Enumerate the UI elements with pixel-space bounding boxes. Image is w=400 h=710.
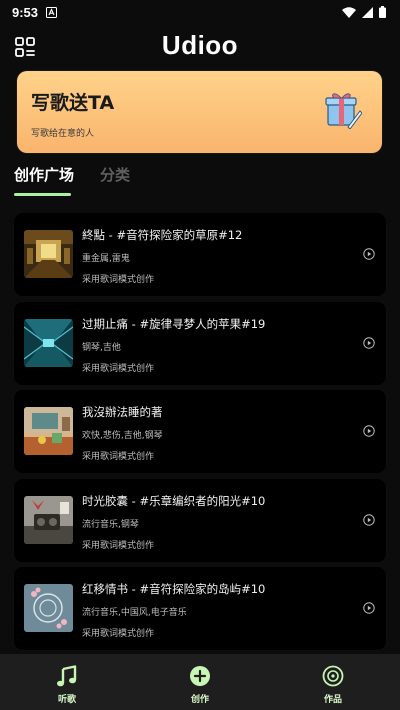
song-list: 終點 - #音符探险家的草原#12 重金属,雷鬼 采用歌词模式创作 过期止痛 -… (14, 213, 386, 656)
song-mode: 采用歌词模式创作 (82, 452, 155, 462)
song-tags: 流行音乐,钢琴 (82, 519, 139, 530)
song-cover-image (24, 318, 73, 367)
song-mode: 采用歌词模式创作 (82, 363, 155, 374)
song-card[interactable]: 过期止痛 - #旋律寻梦人的苹果#19 钢琴,吉他 采用歌词模式创作 (14, 301, 386, 385)
song-mode: 采用歌词模式创作 (82, 275, 155, 285)
bottom-nav: 听歌 创作 作品 (0, 654, 400, 710)
song-cover-image (24, 230, 73, 278)
play-icon[interactable] (363, 602, 375, 614)
disc-icon (322, 665, 344, 687)
tab-creation-plaza[interactable]: 创作广场 (14, 164, 74, 185)
play-icon[interactable] (363, 425, 375, 437)
nav-label: 创作 (190, 695, 209, 705)
song-title: 我沒辦法睡的著 (82, 405, 163, 419)
write-song-banner[interactable]: 写歌送TA 写歌给在意的人 (17, 71, 382, 153)
status-right (342, 6, 386, 18)
song-title: 红移情书 - #音符探险家的岛屿#10 (82, 582, 266, 596)
song-title: 时光胶囊 - #乐章编织者的阳光#10 (82, 493, 266, 508)
song-cover-image (24, 495, 73, 544)
play-icon[interactable] (363, 248, 375, 260)
song-cover-image (24, 407, 73, 455)
song-card[interactable]: 时光胶囊 - #乐章编织者的阳光#10 流行音乐,钢琴 采用歌词模式创作 (14, 478, 386, 562)
tab-bar: 创作广场 分类 (0, 164, 400, 198)
banner-title: 写歌送TA (31, 92, 115, 114)
song-card[interactable]: 終點 - #音符探险家的草原#12 重金属,雷鬼 采用歌词模式创作 (14, 213, 386, 296)
battery-icon (379, 6, 386, 18)
app-header: Udioo (0, 24, 400, 70)
banner-subtitle: 写歌给在意的人 (31, 129, 95, 139)
song-cover-image (24, 584, 73, 632)
song-tags: 钢琴,吉他 (82, 342, 121, 353)
nav-label: 作品 (323, 695, 342, 705)
song-card[interactable]: 我沒辦法睡的著 欢快,悲伤,吉他,钢琴 采用歌词模式创作 (14, 390, 386, 473)
play-icon[interactable] (363, 513, 375, 526)
song-mode: 采用歌词模式创作 (82, 629, 155, 639)
nav-listen[interactable]: 听歌 (22, 654, 112, 710)
song-mode: 采用歌词模式创作 (82, 540, 155, 551)
plus-circle-icon (190, 666, 210, 686)
gift-icon (325, 93, 362, 129)
status-time: 9:53 (12, 4, 39, 20)
play-icon[interactable] (363, 336, 375, 349)
music-note-icon (57, 665, 77, 687)
nav-create[interactable]: 创作 (155, 654, 245, 710)
song-tags: 重金属,雷鬼 (82, 254, 130, 264)
song-title: 終點 - #音符探险家的草原#12 (82, 228, 243, 242)
tab-category[interactable]: 分类 (100, 164, 130, 185)
song-tags: 流行音乐,中国风,电子音乐 (82, 608, 187, 618)
notification-a-icon (46, 6, 58, 18)
signal-icon (362, 6, 373, 18)
app-title: Udioo (161, 30, 239, 60)
song-title: 过期止痛 - #旋律寻梦人的苹果#19 (82, 316, 266, 331)
status-bar: 9:53 (0, 0, 400, 24)
song-card[interactable]: 红移情书 - #音符探险家的岛屿#10 流行音乐,中国风,电子音乐 采用歌词模式… (14, 567, 386, 650)
status-left: 9:53 (12, 4, 58, 20)
nav-works[interactable]: 作品 (288, 654, 378, 710)
wifi-icon (342, 6, 356, 18)
song-tags: 欢快,悲伤,吉他,钢琴 (82, 431, 163, 441)
active-tab-indicator (14, 193, 71, 196)
nav-label: 听歌 (57, 695, 76, 705)
